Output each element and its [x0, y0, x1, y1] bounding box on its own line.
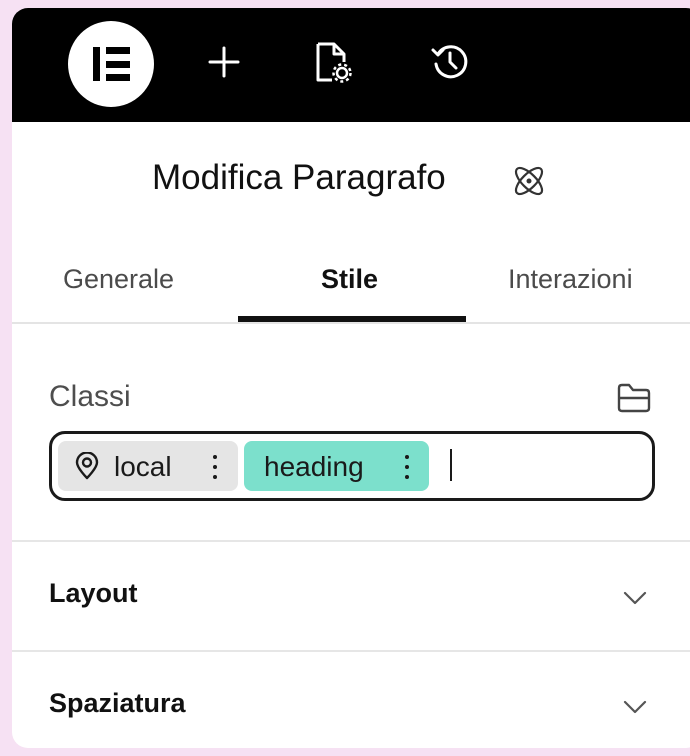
chevron-down-icon[interactable]: [622, 590, 648, 606]
atom-icon: [509, 161, 549, 201]
tab-interazioni[interactable]: Interazioni: [508, 264, 633, 295]
kebab-menu-icon[interactable]: [212, 454, 218, 480]
plus-icon[interactable]: [202, 40, 246, 84]
elementor-logo-icon[interactable]: [68, 21, 154, 107]
page-settings-icon[interactable]: [310, 40, 354, 84]
chevron-down-icon[interactable]: [622, 699, 648, 715]
panel-title: Modifica Paragrafo: [152, 158, 446, 197]
class-chip-heading-label: heading: [264, 451, 364, 482]
text-caret: [450, 449, 452, 481]
kebab-menu-icon[interactable]: [404, 454, 410, 480]
classes-label: Classi: [49, 380, 131, 413]
history-icon[interactable]: [428, 40, 472, 84]
location-pin-icon: [75, 452, 99, 480]
editor-panel: Modifica Paragrafo Generale Stile Intera…: [12, 8, 690, 748]
tab-generale[interactable]: Generale: [63, 264, 174, 295]
section-spaziatura-title[interactable]: Spaziatura: [49, 688, 186, 719]
class-chip-local[interactable]: local: [58, 441, 238, 491]
section-layout-title[interactable]: Layout: [49, 578, 138, 609]
section-divider: [12, 650, 690, 652]
tab-stile[interactable]: Stile: [321, 264, 378, 295]
classes-input-field[interactable]: local heading: [49, 431, 655, 501]
section-divider: [12, 540, 690, 542]
tabs-divider: [12, 322, 690, 324]
sync-folder-icon[interactable]: [616, 380, 652, 414]
class-chip-heading[interactable]: heading: [244, 441, 429, 491]
class-chip-local-label: local: [114, 451, 172, 482]
top-toolbar: [12, 8, 690, 122]
